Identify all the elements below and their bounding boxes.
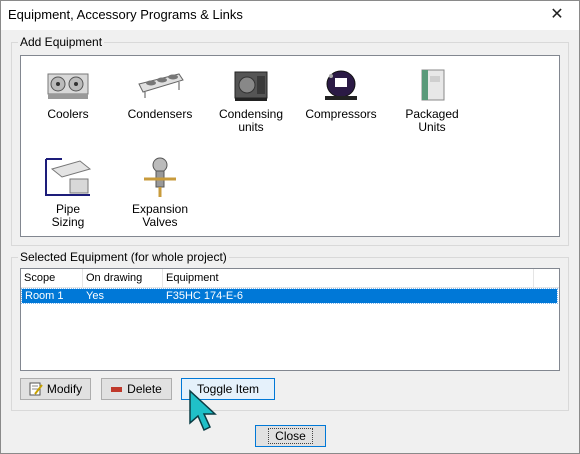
equipment-item-condensers[interactable]: Condensers xyxy=(118,66,202,121)
close-button[interactable]: Close xyxy=(255,425,326,447)
modify-button[interactable]: Modify xyxy=(20,378,91,400)
modify-label: Modify xyxy=(46,382,83,396)
close-label: Close xyxy=(268,428,313,444)
delete-icon xyxy=(111,387,123,392)
equipment-item-coolers[interactable]: Coolers xyxy=(26,66,110,121)
table-row[interactable]: Room 1 Yes F35HC 174-E-6 xyxy=(21,288,558,304)
column-header-scope[interactable]: Scope xyxy=(21,269,83,287)
equipment-label-pipe-sizing: Pipe Sizing xyxy=(51,202,85,229)
expansion-valve-icon xyxy=(144,157,176,197)
equipment-item-expansion-valves[interactable]: Expansion Valves xyxy=(118,155,202,229)
edit-icon xyxy=(29,382,43,396)
add-equipment-label: Add Equipment xyxy=(18,35,105,49)
delete-label: Delete xyxy=(127,382,162,396)
cell-on-drawing: Yes xyxy=(86,290,104,302)
column-header-equipment[interactable]: Equipment xyxy=(163,269,534,287)
window-title: Equipment, Accessory Programs & Links xyxy=(8,7,243,22)
equipment-label-expansion-valves: Expansion Valves xyxy=(131,202,189,229)
equipment-item-pipe-sizing[interactable]: Pipe Sizing xyxy=(26,155,110,229)
equipment-dialog: Equipment, Accessory Programs & Links ✕ … xyxy=(0,0,580,454)
equipment-label-compressors: Compressors xyxy=(305,107,377,121)
equipment-label-condensers: Condensers xyxy=(127,107,193,121)
equipment-list[interactable]: Scope On drawing Equipment Room 1 Yes F3… xyxy=(20,268,560,371)
compressor-icon xyxy=(325,70,357,100)
window-close-button[interactable]: ✕ xyxy=(544,4,570,26)
mouse-cursor-icon xyxy=(189,389,217,432)
title-bar: Equipment, Accessory Programs & Links ✕ xyxy=(1,1,579,30)
column-header-on-drawing[interactable]: On drawing xyxy=(83,269,163,287)
cooler-icon xyxy=(47,73,89,99)
cell-scope: Room 1 xyxy=(25,290,64,302)
equipment-panel: Coolers Condensers Condensing units Comp… xyxy=(20,55,560,237)
equipment-label-packaged-units: Packaged Units xyxy=(405,107,459,134)
equipment-label-coolers: Coolers xyxy=(47,107,89,121)
delete-button[interactable]: Delete xyxy=(101,378,172,400)
equipment-item-packaged-units[interactable]: Packaged Units xyxy=(390,66,474,134)
equipment-item-compressors[interactable]: Compressors xyxy=(299,66,383,121)
equipment-label-condensing-units: Condensing units xyxy=(218,107,284,134)
equipment-item-condensing-units[interactable]: Condensing units xyxy=(209,66,293,134)
cell-equipment: F35HC 174-E-6 xyxy=(166,290,244,302)
condensing-unit-icon xyxy=(234,71,268,101)
pipe-sizing-icon xyxy=(45,158,92,196)
selected-equipment-label: Selected Equipment (for whole project) xyxy=(18,250,229,264)
list-header: Scope On drawing Equipment xyxy=(21,269,559,288)
column-header-filler xyxy=(534,269,559,287)
condenser-icon xyxy=(138,73,184,98)
packaged-unit-icon xyxy=(421,69,445,101)
